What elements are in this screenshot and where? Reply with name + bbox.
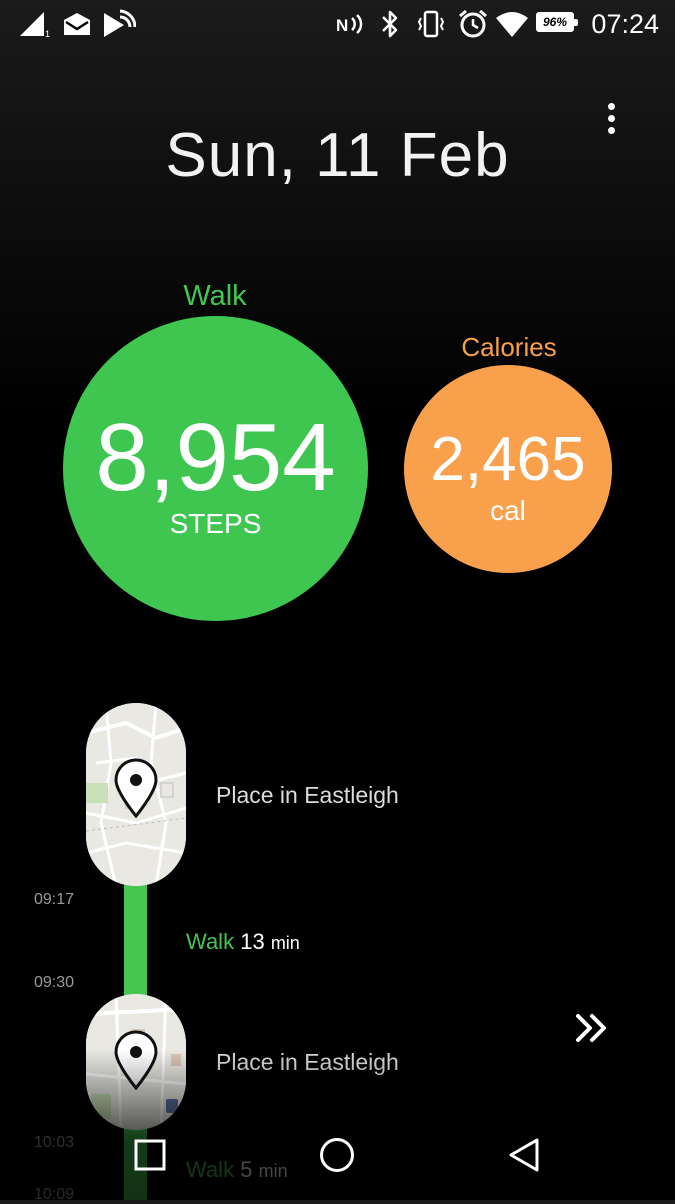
- location-pin-icon: [113, 758, 159, 823]
- activity-duration: 5: [240, 1157, 253, 1182]
- time-label: 09:30: [34, 974, 75, 991]
- steps-unit: STEPS: [169, 508, 262, 539]
- wifi-icon: [495, 8, 529, 40]
- svg-text:1: 1: [45, 29, 50, 38]
- home-icon[interactable]: [315, 1133, 359, 1177]
- calories-circle[interactable]: 2,465 cal: [404, 365, 612, 573]
- walk-label: Walk: [183, 280, 247, 312]
- calories-value: 2,465: [430, 425, 586, 494]
- activity-duration: 13: [240, 929, 265, 954]
- more-vert-icon[interactable]: [596, 98, 626, 138]
- activity-segment[interactable]: Walk 5 min: [186, 1157, 288, 1183]
- status-clock: 07:24: [591, 9, 659, 39]
- mail-icon: [62, 8, 92, 40]
- nfc-icon: N: [336, 8, 366, 40]
- svg-text:N: N: [336, 16, 348, 35]
- steps-circle[interactable]: 8,954 STEPS: [63, 316, 368, 621]
- status-bar: 1 N 96% 07:24: [0, 0, 675, 48]
- recents-icon[interactable]: [128, 1133, 172, 1177]
- time-label: 10:03: [34, 1134, 75, 1151]
- time-label: 09:17: [34, 891, 75, 908]
- calories-label: Calories: [461, 332, 557, 362]
- back-icon[interactable]: [503, 1133, 547, 1177]
- date-title: Sun, 11 Feb: [165, 121, 510, 190]
- signal-icon: 1: [18, 8, 52, 40]
- activity-name: Walk: [186, 1157, 235, 1182]
- battery-icon: 96%: [536, 12, 578, 32]
- cast-icon: [102, 8, 136, 40]
- activity-name: Walk: [186, 929, 235, 954]
- location-pin-icon: [113, 1030, 159, 1095]
- activity-unit: min: [270, 933, 300, 953]
- steps-value: 8,954: [95, 404, 336, 511]
- place-name[interactable]: Place in Eastleigh: [216, 782, 399, 809]
- fast-forward-icon[interactable]: [572, 1010, 612, 1046]
- vibrate-icon: [416, 8, 446, 40]
- activity-segment[interactable]: Walk 13 min: [186, 929, 300, 955]
- calories-unit: cal: [490, 495, 526, 526]
- alarm-icon: [457, 8, 489, 40]
- bluetooth-icon: [378, 8, 402, 40]
- battery-level: 96%: [542, 15, 568, 29]
- time-label: 10:09: [34, 1186, 75, 1203]
- place-name[interactable]: Place in Eastleigh: [216, 1049, 399, 1076]
- activity-unit: min: [258, 1161, 288, 1181]
